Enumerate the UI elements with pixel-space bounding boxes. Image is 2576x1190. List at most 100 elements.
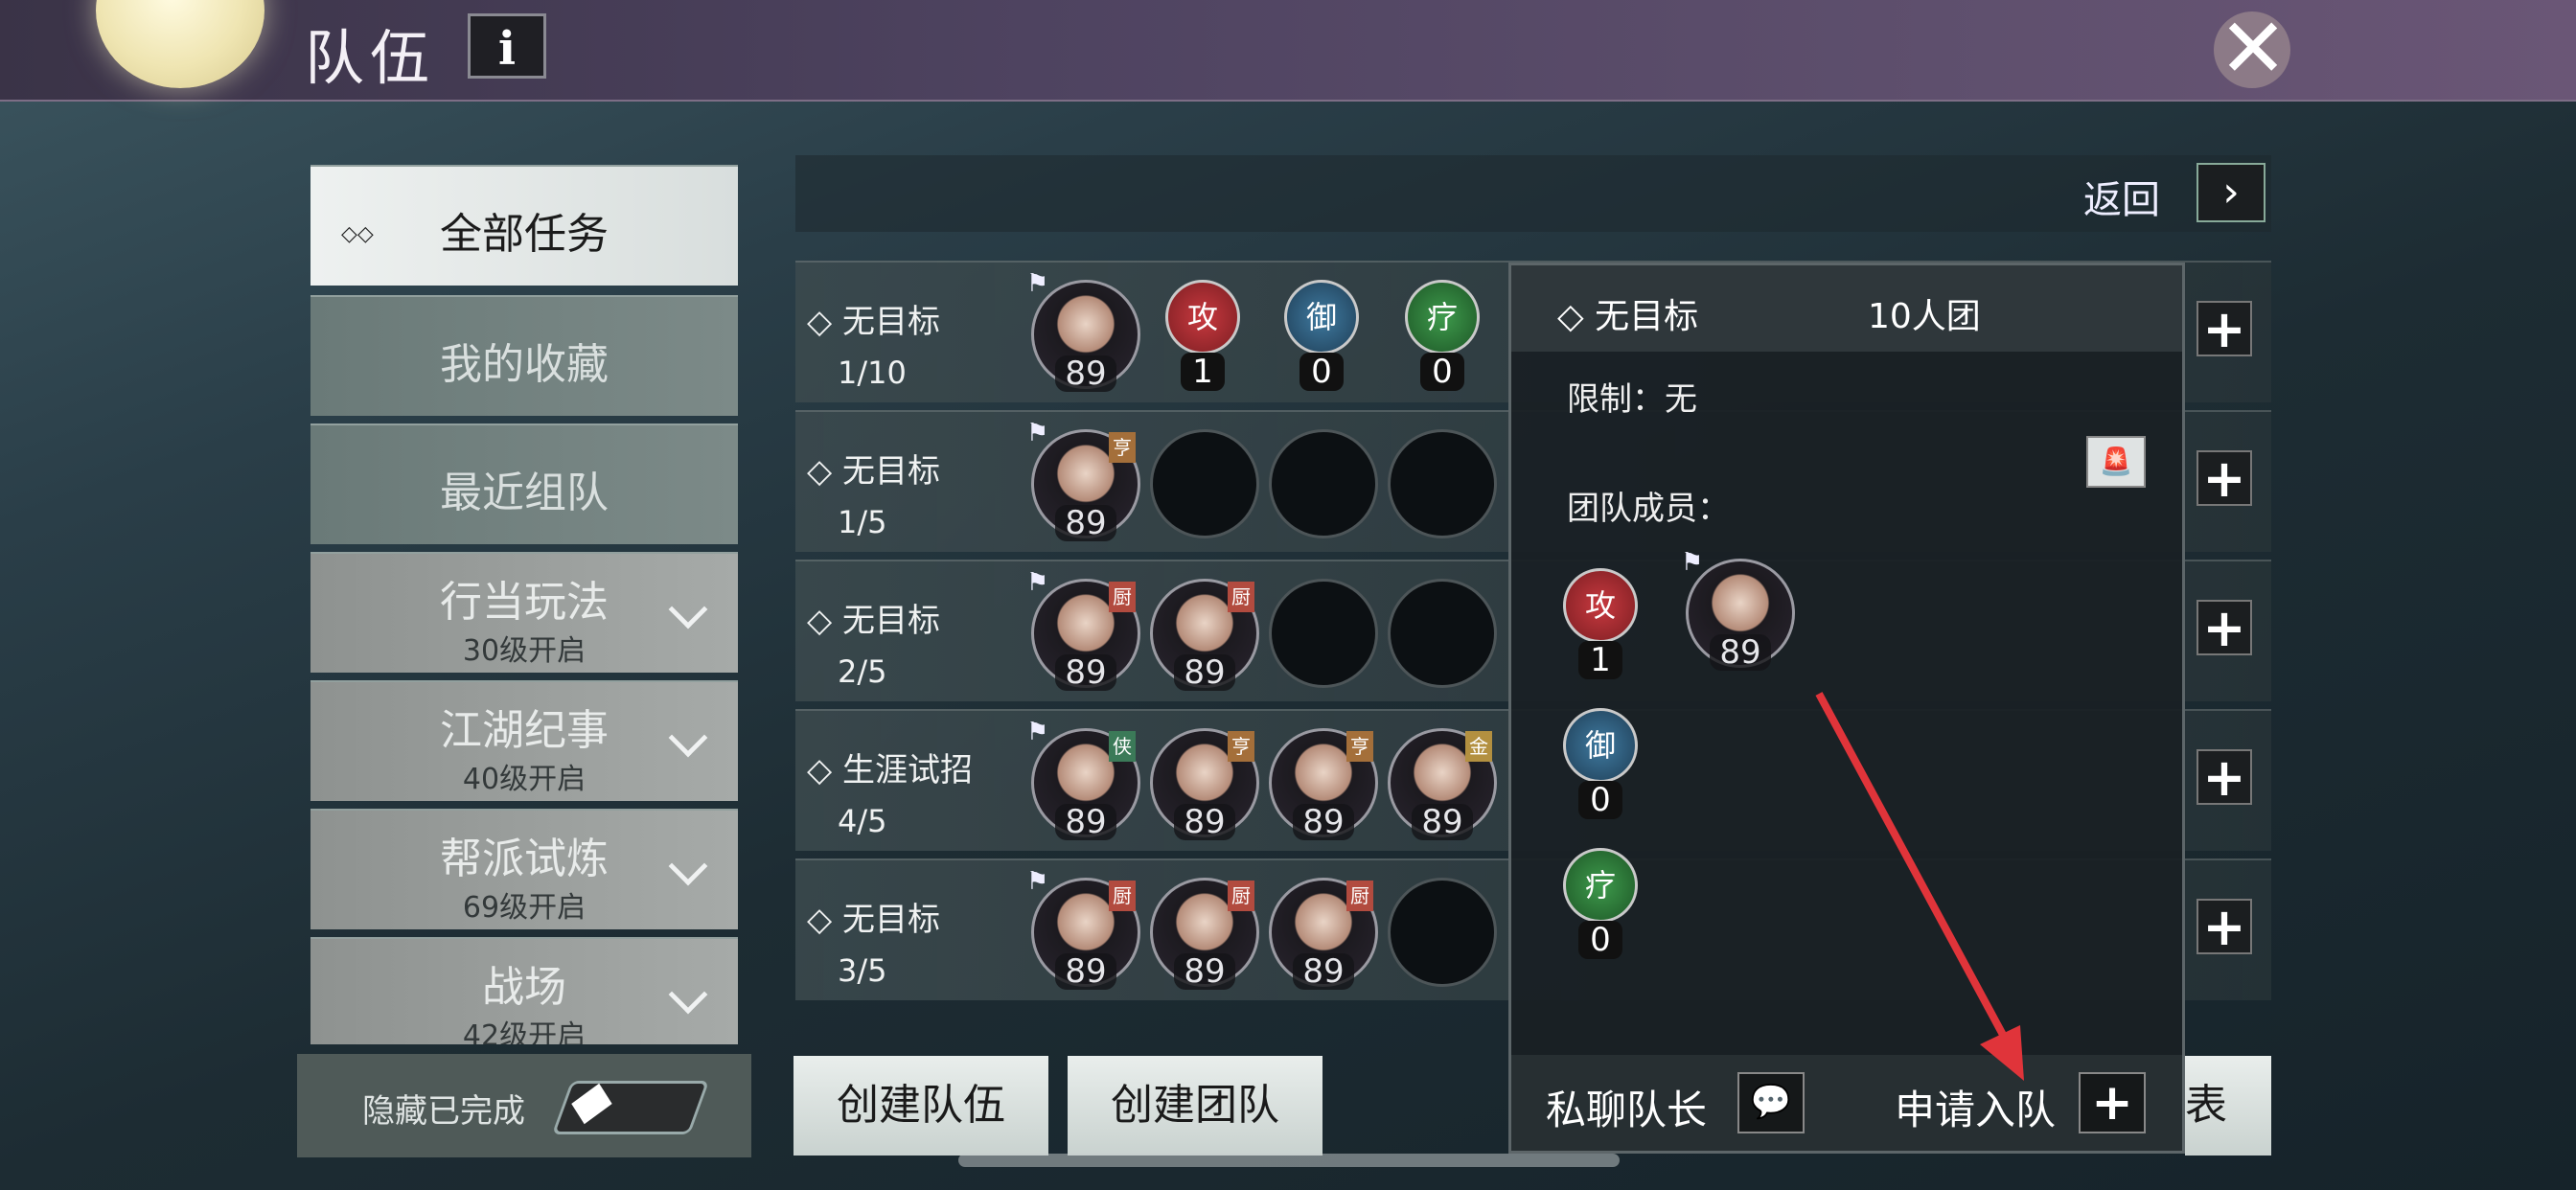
join-team-button[interactable]: + (2196, 899, 2252, 954)
member-avatar: 金 89 (1388, 728, 1497, 840)
member-avatar: ⚑ 侠 89 (1026, 718, 1140, 840)
member-level: 89 (1293, 804, 1354, 840)
popup-members-label: 团队成员： (1567, 490, 1730, 528)
member-avatar: 厨 89 (1150, 878, 1259, 990)
menu-item-battlefield[interactable]: 战场 42级开启 (310, 937, 738, 1044)
create-raid-button[interactable]: 创建团队 (1068, 1056, 1322, 1156)
report-alarm-button[interactable]: 🚨 (2086, 436, 2146, 488)
profession-badge: 侠 (1109, 731, 1136, 762)
popup-header: ◇ 无目标 10人团 (1511, 265, 2182, 352)
member-avatar: 厨 89 (1269, 878, 1378, 990)
empty-slot (1269, 579, 1378, 688)
heal-role-icon: 疗 (1405, 280, 1480, 355)
member-level: 89 (1055, 654, 1116, 691)
unlock-level-text: 30级开启 (462, 634, 586, 668)
join-team-button[interactable]: + (2196, 600, 2252, 655)
apply-join-button[interactable]: + (2079, 1072, 2146, 1133)
back-button[interactable]: › (2196, 163, 2266, 222)
defense-role-icon: 御 (1563, 708, 1638, 783)
menu-item-all-tasks[interactable]: ◇◇ 全部任务 (310, 165, 738, 286)
profession-badge: 厨 (1109, 881, 1136, 911)
leader-flag-icon: ⚑ (1026, 867, 1049, 896)
leader-flag-icon: ⚑ (1026, 419, 1049, 447)
team-target: ◇ 生涯试招 (807, 751, 973, 790)
team-target: ◇ 无目标 (807, 303, 940, 341)
profession-badge: 金 (1465, 731, 1492, 762)
defense-count: 0 (1563, 781, 1638, 819)
menu-item-favorites[interactable]: 我的收藏 (310, 295, 738, 416)
member-level: 89 (1710, 634, 1771, 671)
member-level: 89 (1293, 953, 1354, 990)
empty-slot (1388, 579, 1497, 688)
member-level: 89 (1055, 804, 1116, 840)
menu-item-chronicle[interactable]: 江湖纪事 40级开启 (310, 680, 738, 801)
leader-flag-icon: ⚑ (1681, 548, 1704, 577)
profession-badge: 厨 (1346, 881, 1373, 911)
defense-role-icon: 御 (1284, 280, 1359, 355)
team-target: ◇ 无目标 (807, 452, 940, 491)
heal-count: 0 (1405, 353, 1480, 391)
horizontal-scrollbar[interactable] (958, 1154, 1620, 1167)
member-level: 89 (1174, 804, 1235, 840)
join-team-button[interactable]: + (2196, 450, 2252, 506)
list-button[interactable]: 表 (2185, 1056, 2271, 1156)
attack-count: 1 (1165, 353, 1240, 391)
heal-count: 0 (1563, 921, 1638, 959)
info-button[interactable]: i (468, 13, 546, 79)
chat-bubble-button[interactable]: 💬 (1737, 1072, 1805, 1133)
profession-badge: 厨 (1228, 881, 1254, 911)
menu-item-guild-trial[interactable]: 帮派试炼 69级开启 (310, 809, 738, 929)
category-menu: ◇◇ 全部任务 我的收藏 最近组队 行当玩法 30级开启 江湖纪事 40级开启 … (297, 155, 751, 1046)
hide-completed-row: 隐藏已完成 (297, 1054, 751, 1157)
heal-role-icon: 疗 (1563, 848, 1638, 923)
create-team-button[interactable]: 创建队伍 (794, 1056, 1048, 1156)
unlock-level-text: 69级开启 (462, 891, 586, 925)
member-avatar: ⚑ 亨 89 (1026, 419, 1140, 541)
menu-item-label: 战场 (482, 963, 566, 1012)
menu-item-label: 我的收藏 (440, 340, 609, 389)
menu-item-label: 帮派试炼 (440, 835, 609, 883)
profession-badge: 亨 (1109, 432, 1136, 463)
leader-flag-icon: ⚑ (1026, 568, 1049, 597)
join-team-button[interactable]: + (2196, 749, 2252, 805)
member-avatar: ⚑ 厨 89 (1026, 867, 1140, 990)
list-header: 返回 › (795, 155, 2271, 232)
hide-completed-label: 隐藏已完成 (362, 1092, 525, 1131)
menu-item-label: 最近组队 (440, 469, 609, 517)
member-level: 89 (1055, 505, 1116, 541)
member-level: 89 (1174, 953, 1235, 990)
member-avatar[interactable]: ⚑ 89 (1681, 548, 1795, 671)
profession-badge: 厨 (1228, 582, 1254, 612)
leader-flag-icon: ⚑ (1026, 718, 1049, 746)
menu-item-profession[interactable]: 行当玩法 30级开启 (310, 552, 738, 673)
empty-slot (1150, 429, 1259, 538)
menu-item-label: 全部任务 (440, 210, 609, 259)
red-arrow-annotation (1815, 692, 2024, 1081)
empty-slot (1388, 429, 1497, 538)
team-count: 4/5 (838, 803, 887, 839)
close-button[interactable]: ✕ (2200, 4, 2306, 94)
back-label: 返回 (2083, 178, 2160, 222)
hide-completed-toggle[interactable] (551, 1081, 710, 1134)
join-team-button[interactable]: + (2196, 301, 2252, 356)
team-count: 1/10 (838, 355, 907, 391)
team-target: ◇ 无目标 (807, 901, 940, 939)
member-level: 89 (1412, 804, 1473, 840)
unlock-level-text: 42级开启 (462, 1019, 586, 1044)
profession-badge: 亨 (1228, 731, 1254, 762)
member-avatar: 亨 89 (1269, 728, 1378, 840)
private-chat-label: 私聊队长 (1546, 1087, 1708, 1133)
empty-slot (1388, 878, 1497, 987)
member-level: 89 (1055, 355, 1116, 392)
toggle-knob (571, 1083, 612, 1125)
menu-item-recent[interactable]: 最近组队 (310, 423, 738, 544)
profession-badge: 厨 (1109, 582, 1136, 612)
team-count: 3/5 (838, 952, 887, 989)
unlock-level-text: 40级开启 (462, 763, 586, 796)
member-level: 89 (1055, 953, 1116, 990)
popup-target: ◇ 无目标 (1557, 297, 1699, 336)
team-count: 2/5 (838, 653, 887, 690)
attack-count: 1 (1563, 641, 1638, 679)
member-avatar: ⚑ 厨 89 (1026, 568, 1140, 691)
menu-item-label: 江湖纪事 (440, 706, 609, 755)
